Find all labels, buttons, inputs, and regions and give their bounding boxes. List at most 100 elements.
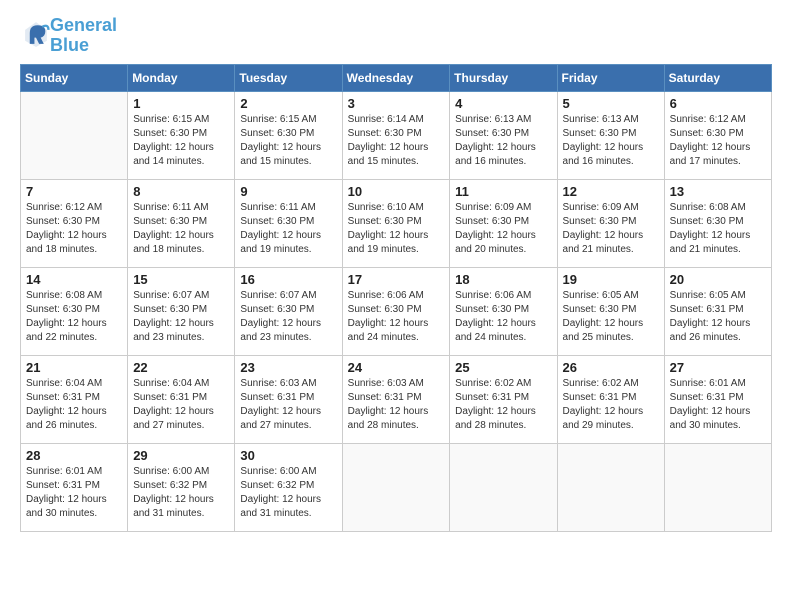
week-row-5: 28Sunrise: 6:01 AM Sunset: 6:31 PM Dayli…	[21, 443, 772, 531]
day-number: 12	[563, 184, 659, 199]
day-number: 6	[670, 96, 766, 111]
calendar-cell: 13 Sunrise: 6:08 AM Sunset: 6:30 PM Dayli…	[664, 179, 771, 267]
day-number: 19	[563, 272, 659, 287]
calendar-cell: 12Sunrise: 6:09 AM Sunset: 6:30 PM Dayli…	[557, 179, 664, 267]
calendar-cell: 14 Sunrise: 6:08 AM Sunset: 6:30 PM Dayli…	[21, 267, 128, 355]
day-info: Sunrise: 6:15 AM Sunset: 6:30 PM Dayligh…	[240, 113, 336, 169]
day-info: Sunrise: 6:01 AM Sunset: 6:31 PM Dayligh…	[670, 377, 766, 433]
day-info: Sunrise: 6:04 AM Sunset: 6:31 PM Dayligh…	[133, 377, 229, 433]
calendar-cell	[664, 443, 771, 531]
logo-text: General Blue	[50, 16, 117, 56]
calendar-cell: 16 Sunrise: 6:07 AM Sunset: 6:30 PM Dayli…	[235, 267, 342, 355]
calendar-cell: 17 Sunrise: 6:06 AM Sunset: 6:30 PM Dayli…	[342, 267, 450, 355]
day-number: 4	[455, 96, 551, 111]
calendar-cell: 2 Sunrise: 6:15 AM Sunset: 6:30 PM Daylig…	[235, 91, 342, 179]
calendar-cell: 7 Sunrise: 6:12 AM Sunset: 6:30 PM Daylig…	[21, 179, 128, 267]
calendar-cell: 18 Sunrise: 6:06 AM Sunset: 6:30 PM Dayli…	[450, 267, 557, 355]
calendar-cell: 10 Sunrise: 6:10 AM Sunset: 6:30 PM Dayli…	[342, 179, 450, 267]
calendar-cell: 9 Sunrise: 6:11 AM Sunset: 6:30 PM Daylig…	[235, 179, 342, 267]
day-info: Sunrise: 6:09 AM Sunset: 6:30 PM Dayligh…	[455, 201, 551, 257]
week-row-2: 7 Sunrise: 6:12 AM Sunset: 6:30 PM Daylig…	[21, 179, 772, 267]
day-number: 3	[348, 96, 445, 111]
day-number: 18	[455, 272, 551, 287]
day-info: Sunrise: 6:10 AM Sunset: 6:30 PM Dayligh…	[348, 201, 445, 257]
day-info: Sunrise: 6:03 AM Sunset: 6:31 PM Dayligh…	[240, 377, 336, 433]
col-header-saturday: Saturday	[664, 64, 771, 91]
calendar-cell: 25 Sunrise: 6:02 AM Sunset: 6:31 PM Dayli…	[450, 355, 557, 443]
day-number: 7	[26, 184, 122, 199]
day-number: 9	[240, 184, 336, 199]
day-info: Sunrise: 6:02 AM Sunset: 6:31 PM Dayligh…	[563, 377, 659, 433]
col-header-wednesday: Wednesday	[342, 64, 450, 91]
calendar-cell	[557, 443, 664, 531]
day-info: Sunrise: 6:02 AM Sunset: 6:31 PM Dayligh…	[455, 377, 551, 433]
calendar-cell: 4 Sunrise: 6:13 AM Sunset: 6:30 PM Daylig…	[450, 91, 557, 179]
page-header: General Blue	[20, 16, 772, 56]
day-number: 1	[133, 96, 229, 111]
day-number: 21	[26, 360, 122, 375]
day-number: 26	[563, 360, 659, 375]
col-header-friday: Friday	[557, 64, 664, 91]
calendar-cell: 15 Sunrise: 6:07 AM Sunset: 6:30 PM Dayli…	[128, 267, 235, 355]
calendar-cell	[450, 443, 557, 531]
day-info: Sunrise: 6:08 AM Sunset: 6:30 PM Dayligh…	[26, 289, 122, 345]
calendar-cell: 21 Sunrise: 6:04 AM Sunset: 6:31 PM Dayli…	[21, 355, 128, 443]
calendar-cell: 22 Sunrise: 6:04 AM Sunset: 6:31 PM Dayli…	[128, 355, 235, 443]
day-info: Sunrise: 6:08 AM Sunset: 6:30 PM Dayligh…	[670, 201, 766, 257]
calendar-cell: 20 Sunrise: 6:05 AM Sunset: 6:31 PM Dayli…	[664, 267, 771, 355]
calendar-cell: 19 Sunrise: 6:05 AM Sunset: 6:30 PM Dayli…	[557, 267, 664, 355]
calendar-cell: 3 Sunrise: 6:14 AM Sunset: 6:30 PM Daylig…	[342, 91, 450, 179]
day-number: 17	[348, 272, 445, 287]
day-info: Sunrise: 6:12 AM Sunset: 6:30 PM Dayligh…	[670, 113, 766, 169]
day-number: 22	[133, 360, 229, 375]
calendar-cell: 30Sunrise: 6:00 AM Sunset: 6:32 PM Dayli…	[235, 443, 342, 531]
day-number: 25	[455, 360, 551, 375]
col-header-tuesday: Tuesday	[235, 64, 342, 91]
day-info: Sunrise: 6:07 AM Sunset: 6:30 PM Dayligh…	[240, 289, 336, 345]
day-info: Sunrise: 6:05 AM Sunset: 6:31 PM Dayligh…	[670, 289, 766, 345]
day-info: Sunrise: 6:06 AM Sunset: 6:30 PM Dayligh…	[348, 289, 445, 345]
day-number: 16	[240, 272, 336, 287]
day-info: Sunrise: 6:07 AM Sunset: 6:30 PM Dayligh…	[133, 289, 229, 345]
day-number: 15	[133, 272, 229, 287]
calendar-cell	[342, 443, 450, 531]
calendar-header: SundayMondayTuesdayWednesdayThursdayFrid…	[21, 64, 772, 91]
day-info: Sunrise: 6:13 AM Sunset: 6:30 PM Dayligh…	[563, 113, 659, 169]
day-number: 29	[133, 448, 229, 463]
day-number: 20	[670, 272, 766, 287]
calendar-cell: 6 Sunrise: 6:12 AM Sunset: 6:30 PM Daylig…	[664, 91, 771, 179]
day-info: Sunrise: 6:03 AM Sunset: 6:31 PM Dayligh…	[348, 377, 445, 433]
day-number: 5	[563, 96, 659, 111]
day-number: 8	[133, 184, 229, 199]
calendar-cell: 11Sunrise: 6:09 AM Sunset: 6:30 PM Dayli…	[450, 179, 557, 267]
day-number: 10	[348, 184, 445, 199]
calendar-cell: 24 Sunrise: 6:03 AM Sunset: 6:31 PM Dayli…	[342, 355, 450, 443]
calendar-cell	[21, 91, 128, 179]
day-info: Sunrise: 6:06 AM Sunset: 6:30 PM Dayligh…	[455, 289, 551, 345]
calendar-table: SundayMondayTuesdayWednesdayThursdayFrid…	[20, 64, 772, 532]
calendar-cell: 8 Sunrise: 6:11 AM Sunset: 6:30 PM Daylig…	[128, 179, 235, 267]
col-header-thursday: Thursday	[450, 64, 557, 91]
day-info: Sunrise: 6:13 AM Sunset: 6:30 PM Dayligh…	[455, 113, 551, 169]
day-info: Sunrise: 6:00 AM Sunset: 6:32 PM Dayligh…	[240, 465, 336, 521]
day-number: 24	[348, 360, 445, 375]
calendar-cell: 26 Sunrise: 6:02 AM Sunset: 6:31 PM Dayli…	[557, 355, 664, 443]
day-info: Sunrise: 6:04 AM Sunset: 6:31 PM Dayligh…	[26, 377, 122, 433]
day-number: 13	[670, 184, 766, 199]
calendar-cell: 28Sunrise: 6:01 AM Sunset: 6:31 PM Dayli…	[21, 443, 128, 531]
calendar-cell: 5 Sunrise: 6:13 AM Sunset: 6:30 PM Daylig…	[557, 91, 664, 179]
day-info: Sunrise: 6:11 AM Sunset: 6:30 PM Dayligh…	[133, 201, 229, 257]
day-info: Sunrise: 6:00 AM Sunset: 6:32 PM Dayligh…	[133, 465, 229, 521]
calendar-cell: 29 Sunrise: 6:00 AM Sunset: 6:32 PM Dayli…	[128, 443, 235, 531]
week-row-1: 1 Sunrise: 6:15 AM Sunset: 6:30 PM Daylig…	[21, 91, 772, 179]
day-info: Sunrise: 6:01 AM Sunset: 6:31 PM Dayligh…	[26, 465, 122, 521]
day-info: Sunrise: 6:14 AM Sunset: 6:30 PM Dayligh…	[348, 113, 445, 169]
day-info: Sunrise: 6:05 AM Sunset: 6:30 PM Dayligh…	[563, 289, 659, 345]
day-number: 14	[26, 272, 122, 287]
day-number: 2	[240, 96, 336, 111]
day-info: Sunrise: 6:12 AM Sunset: 6:30 PM Dayligh…	[26, 201, 122, 257]
day-info: Sunrise: 6:11 AM Sunset: 6:30 PM Dayligh…	[240, 201, 336, 257]
week-row-3: 14 Sunrise: 6:08 AM Sunset: 6:30 PM Dayli…	[21, 267, 772, 355]
day-number: 27	[670, 360, 766, 375]
logo-icon	[22, 19, 50, 47]
